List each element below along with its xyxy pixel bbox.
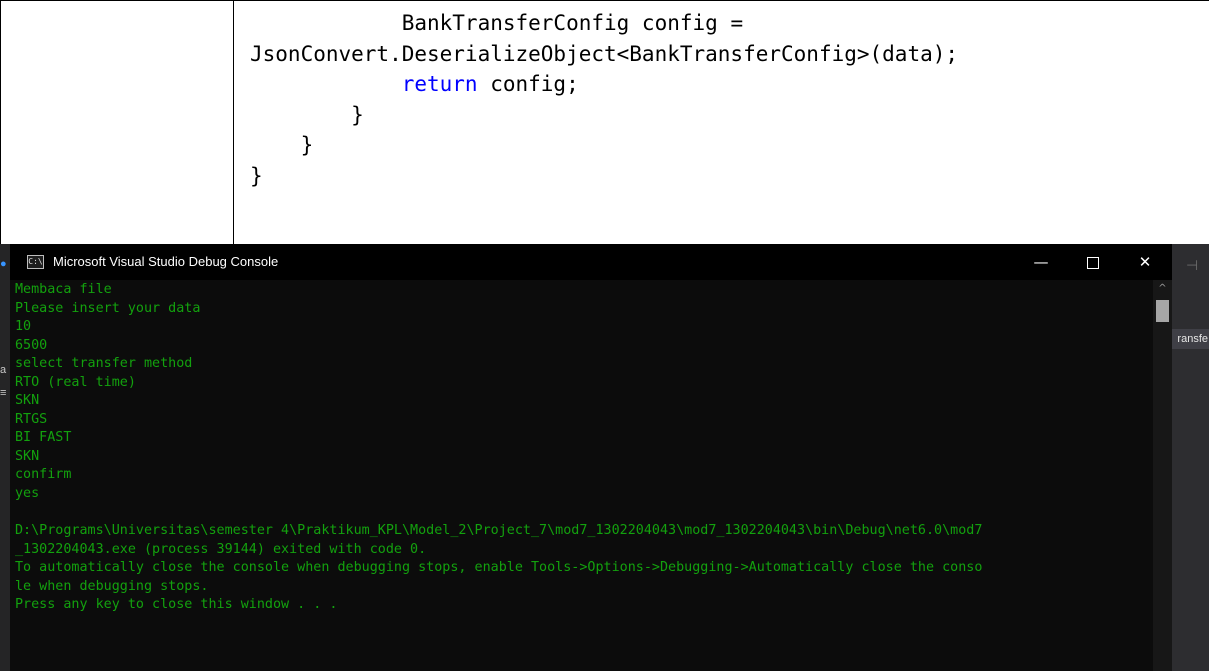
background-ide-right-edge: ⊣ ransfe (1172, 244, 1209, 671)
scrollbar-thumb[interactable] (1156, 300, 1169, 322)
console-line: BI FAST (15, 430, 72, 446)
ide-gutter-glyph: ● (0, 258, 7, 270)
console-line: RTO (real time) (15, 374, 136, 390)
background-ide-left-edge: ● a ≡ (0, 244, 10, 671)
minimize-icon: — (1033, 253, 1049, 271)
code-keyword: return (401, 72, 478, 96)
console-line: 10 (15, 319, 32, 335)
code-line: JsonConvert.DeserializeObject<BankTransf… (250, 41, 959, 66)
console-line: le when debugging stops. (15, 578, 209, 594)
pin-icon[interactable]: ⊣ (1186, 258, 1198, 274)
close-icon: ✕ (1138, 253, 1152, 271)
console-line: 6500 (15, 337, 48, 353)
console-line: yes (15, 486, 40, 502)
console-line: _1302204043.exe (process 39144) exited w… (15, 541, 427, 557)
window-title: Microsoft Visual Studio Debug Console (53, 254, 279, 269)
console-line: To automatically close the console when … (15, 560, 983, 576)
console-line: Please insert your data (15, 300, 201, 316)
maximize-icon (1087, 256, 1099, 269)
console-line: Membaca file (15, 282, 112, 297)
minimize-button[interactable]: — (1018, 244, 1064, 280)
ide-gutter-glyph: ≡ (0, 387, 7, 399)
ide-tab-peek[interactable]: ransfe (1172, 329, 1209, 349)
table-column-divider (233, 0, 234, 244)
code-line: } (300, 133, 314, 157)
console-line: RTGS (15, 411, 48, 427)
code-line: BankTransferConfig config = (401, 11, 744, 35)
console-line: confirm (15, 467, 72, 483)
code-snippet: BankTransferConfig config = JsonConvert.… (250, 8, 958, 191)
maximize-button[interactable] (1070, 244, 1116, 280)
table-top-border (0, 0, 1209, 1)
close-button[interactable]: ✕ (1122, 244, 1168, 280)
debug-console-window[interactable]: C:\ Microsoft Visual Studio Debug Consol… (10, 244, 1172, 671)
code-line: } (351, 102, 364, 127)
code-line: } (250, 163, 263, 188)
console-titlebar[interactable]: C:\ Microsoft Visual Studio Debug Consol… (10, 244, 1172, 280)
document-page: BankTransferConfig config = JsonConvert.… (0, 0, 1209, 244)
console-line: Press any key to close this window . . . (15, 597, 338, 613)
console-app-icon-label: C:\ (28, 257, 43, 266)
code-line: return config; (401, 72, 579, 96)
console-line: D:\Programs\Universitas\semester 4\Prakt… (15, 523, 983, 539)
console-line: SKN (15, 393, 40, 409)
console-app-icon: C:\ (27, 255, 44, 269)
vertical-scrollbar[interactable]: ^ (1153, 280, 1172, 671)
ide-tab-peek-label: ransfe (1177, 333, 1208, 345)
console-output[interactable]: Membaca file Please insert your data 10 … (15, 281, 1151, 671)
scroll-up-arrow-icon[interactable]: ^ (1153, 280, 1172, 297)
console-line: SKN (15, 448, 40, 464)
table-left-border (0, 0, 1, 244)
console-line: select transfer method (15, 356, 193, 372)
ide-gutter-glyph: a (0, 364, 7, 376)
